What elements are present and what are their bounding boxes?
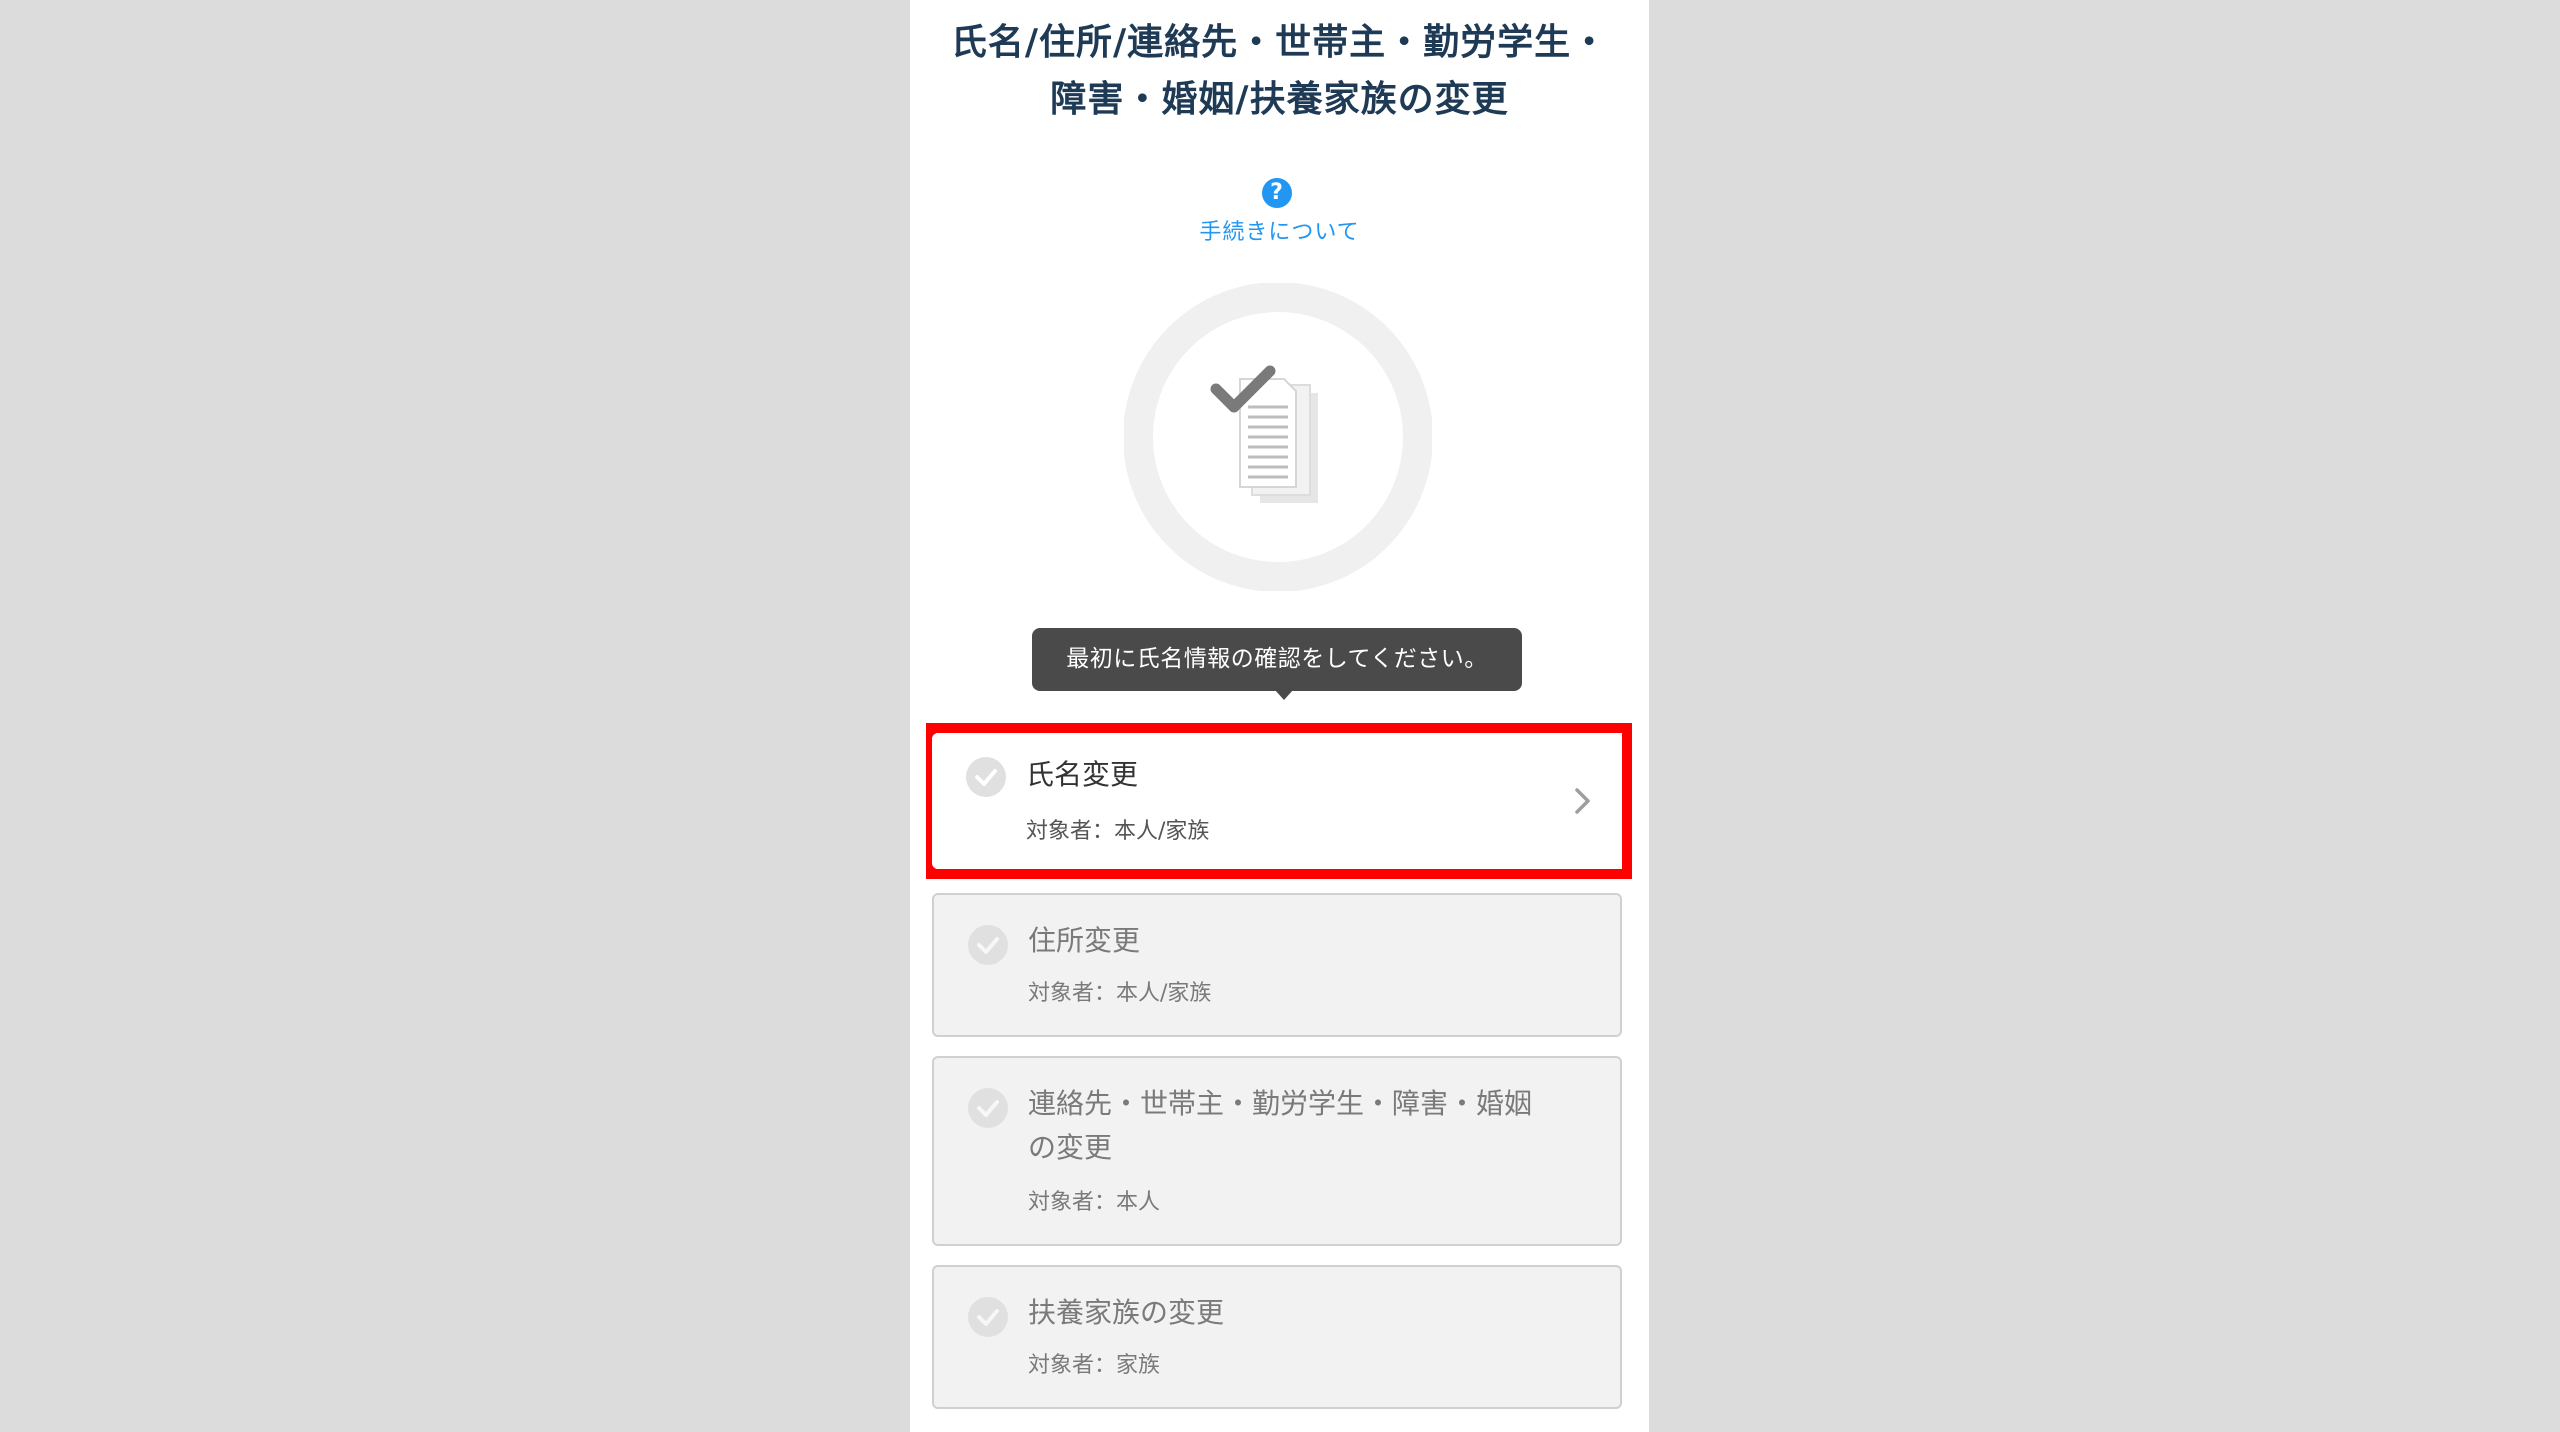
check-circle-icon [966, 757, 1006, 797]
menu-item-address-change[interactable]: 住所変更 対象者：本人/家族 [932, 893, 1622, 1037]
tooltip-arrow [1275, 690, 1293, 700]
menu-item-title: 住所変更 [1028, 924, 1141, 957]
menu-item-target: 対象者：本人 [1028, 1190, 1161, 1215]
menu-item-name-change[interactable]: 氏名変更 対象者：本人/家族 [932, 733, 1622, 869]
page-title-line-1: 氏名/住所/連絡先・世帯主・勤労学生・ [950, 22, 1609, 63]
check-circle-icon [968, 1088, 1008, 1128]
menu-item-title: 氏名変更 [1026, 758, 1139, 791]
procedure-screen: 氏名/住所/連絡先・世帯主・勤労学生・ 障害・婚姻/扶養家族の変更 ? 手続きに… [910, 0, 1649, 1432]
tooltip-message: 最初に氏名情報の確認をしてください。 [1032, 628, 1522, 691]
page-title: 氏名/住所/連絡先・世帯主・勤労学生・ 障害・婚姻/扶養家族の変更 [910, 14, 1649, 128]
procedure-help-label: 手続きについて [1199, 220, 1360, 245]
check-circle-icon [968, 925, 1008, 965]
menu-item-title: 連絡先・世帯主・勤労学生・障害・婚姻の変更 [1028, 1087, 1533, 1164]
menu-item-target: 対象者：本人/家族 [1026, 819, 1210, 844]
menu-item-target: 対象者：本人/家族 [1028, 981, 1212, 1006]
page-title-line-2: 障害・婚姻/扶養家族の変更 [1050, 79, 1509, 120]
checked-documents-icon [1123, 282, 1433, 592]
menu-item-title: 扶養家族の変更 [1028, 1296, 1225, 1329]
menu-item-dependents-change[interactable]: 扶養家族の変更 対象者：家族 [932, 1265, 1622, 1409]
check-circle-icon [968, 1297, 1008, 1337]
menu-item-contact-change[interactable]: 連絡先・世帯主・勤労学生・障害・婚姻の変更 対象者：本人 [932, 1056, 1622, 1246]
chevron-right-icon [1566, 785, 1598, 817]
menu-item-target: 対象者：家族 [1028, 1353, 1161, 1378]
question-mark-icon: ? [1261, 178, 1292, 208]
procedure-help-link[interactable]: ? 手続きについて [910, 178, 1649, 246]
